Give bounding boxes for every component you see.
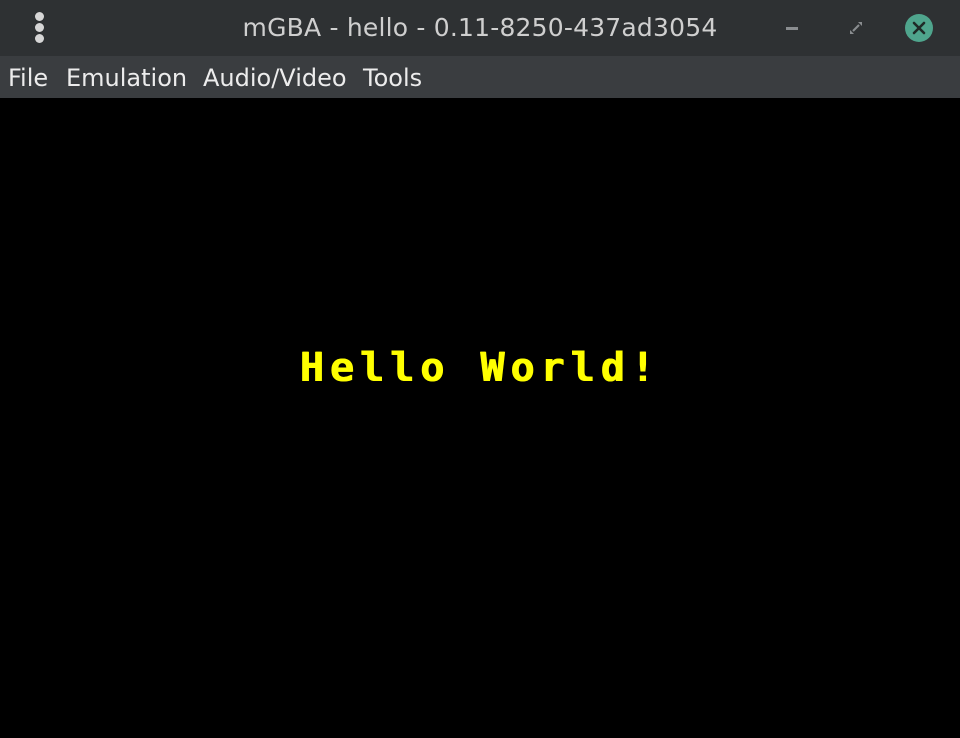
hello-world-text: Hello World!: [299, 345, 661, 391]
kebab-dot: [35, 23, 44, 32]
menu-bar: File Emulation Audio/Video Tools: [0, 56, 960, 99]
menu-emulation[interactable]: Emulation: [66, 56, 187, 98]
window-title: mGBA - hello - 0.11-8250-437ad3054: [242, 13, 718, 42]
mgba-window: mGBA - hello - 0.11-8250-437ad3054 File …: [0, 0, 960, 738]
close-button[interactable]: [905, 14, 933, 42]
menu-tools[interactable]: Tools: [363, 56, 422, 98]
minimize-icon[interactable]: [778, 14, 806, 42]
game-screen[interactable]: Hello World!: [0, 98, 960, 738]
kebab-dot: [35, 12, 44, 21]
maximize-icon[interactable]: [842, 14, 870, 42]
maximize-glyph: [850, 22, 862, 34]
menu-file[interactable]: File: [8, 56, 48, 98]
close-icon: [912, 21, 926, 35]
kebab-dot: [35, 34, 44, 43]
kebab-menu-icon[interactable]: [30, 10, 50, 46]
menu-audio-video[interactable]: Audio/Video: [203, 56, 347, 98]
title-bar: mGBA - hello - 0.11-8250-437ad3054: [0, 0, 960, 56]
